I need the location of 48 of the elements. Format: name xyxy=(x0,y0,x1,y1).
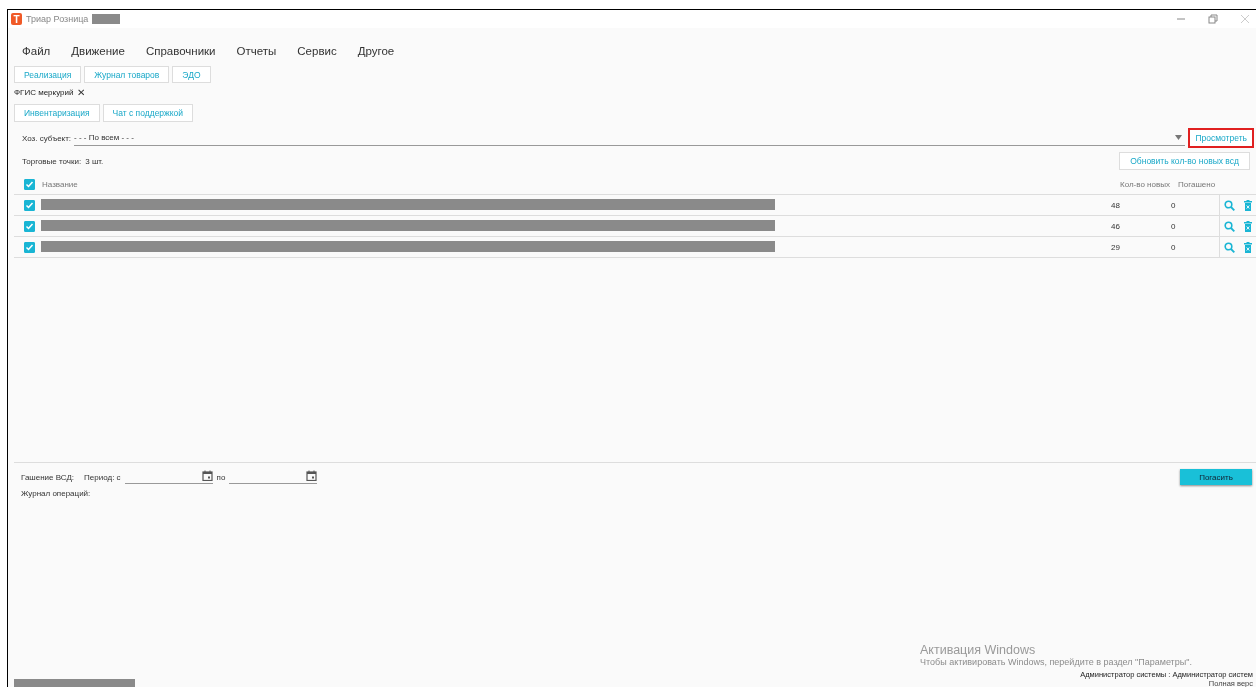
trash-icon[interactable] xyxy=(1243,220,1252,232)
close-tab-button[interactable]: ✕ xyxy=(77,87,86,98)
table-cell: 0 xyxy=(1169,195,1220,215)
count-value: 3 шт. xyxy=(85,156,104,166)
column-header: Кол-во новых xyxy=(1120,179,1171,189)
trash-icon[interactable] xyxy=(1243,241,1252,253)
tab-label[interactable]: ФГИС меркурий xyxy=(14,88,74,97)
table-cell: 0 xyxy=(1169,237,1220,257)
select-all-checkbox[interactable] xyxy=(24,178,35,190)
restore-icon[interactable] xyxy=(1208,14,1218,24)
count-label: Торговые точки: xyxy=(22,156,82,166)
table-cell: 0 xyxy=(1169,216,1220,236)
table-cell-text: 29 xyxy=(1110,241,1121,254)
period-to-label: по xyxy=(216,472,226,482)
close-icon[interactable] xyxy=(1240,14,1250,24)
search-icon[interactable] xyxy=(1224,220,1236,232)
subject-dropdown[interactable]: - - - По всем - - - xyxy=(74,130,1186,146)
field-label: Хоз. субъект: xyxy=(22,133,72,143)
date-field[interactable] xyxy=(229,470,318,484)
table-cell-text: 46 xyxy=(1110,220,1121,233)
menu-item[interactable]: Справочники xyxy=(145,45,216,57)
row-checkbox[interactable] xyxy=(24,220,35,232)
window-title: Триар Розница xyxy=(26,14,89,24)
row-checkbox[interactable] xyxy=(24,241,35,253)
redeem-button[interactable]: Погасить xyxy=(1180,469,1252,485)
redacted-block xyxy=(92,14,121,24)
menu-item[interactable]: Отчеты xyxy=(236,45,277,57)
activation-title: Активация Windows xyxy=(920,643,1037,657)
trash-icon[interactable] xyxy=(1243,199,1252,211)
menu-item[interactable]: Файл xyxy=(22,45,51,57)
menu-item[interactable]: Другое xyxy=(357,45,395,57)
dropdown-caret-icon xyxy=(1175,135,1183,140)
calendar-icon[interactable] xyxy=(201,470,213,481)
date-field[interactable] xyxy=(124,470,213,484)
app-logo-icon: T xyxy=(11,13,22,25)
activation-text: Чтобы активировать Windows, перейдите в раздел "Параметры". xyxy=(920,657,1192,667)
menu-item[interactable]: Сервис xyxy=(297,45,337,57)
row-checkbox[interactable] xyxy=(24,199,35,211)
column-header: Название xyxy=(42,179,79,189)
redeem-label: Гашение ВСД: xyxy=(21,472,75,482)
search-icon[interactable] xyxy=(1224,241,1236,253)
table-cell-text: 48 xyxy=(1110,199,1121,212)
calendar-icon[interactable] xyxy=(306,470,318,481)
search-icon[interactable] xyxy=(1224,199,1236,211)
column-header: Погашено xyxy=(1178,179,1217,189)
journal-label: Журнал операций: xyxy=(20,488,92,498)
period-label: Период: с xyxy=(84,472,121,482)
menu-item[interactable]: Движение xyxy=(71,45,125,57)
